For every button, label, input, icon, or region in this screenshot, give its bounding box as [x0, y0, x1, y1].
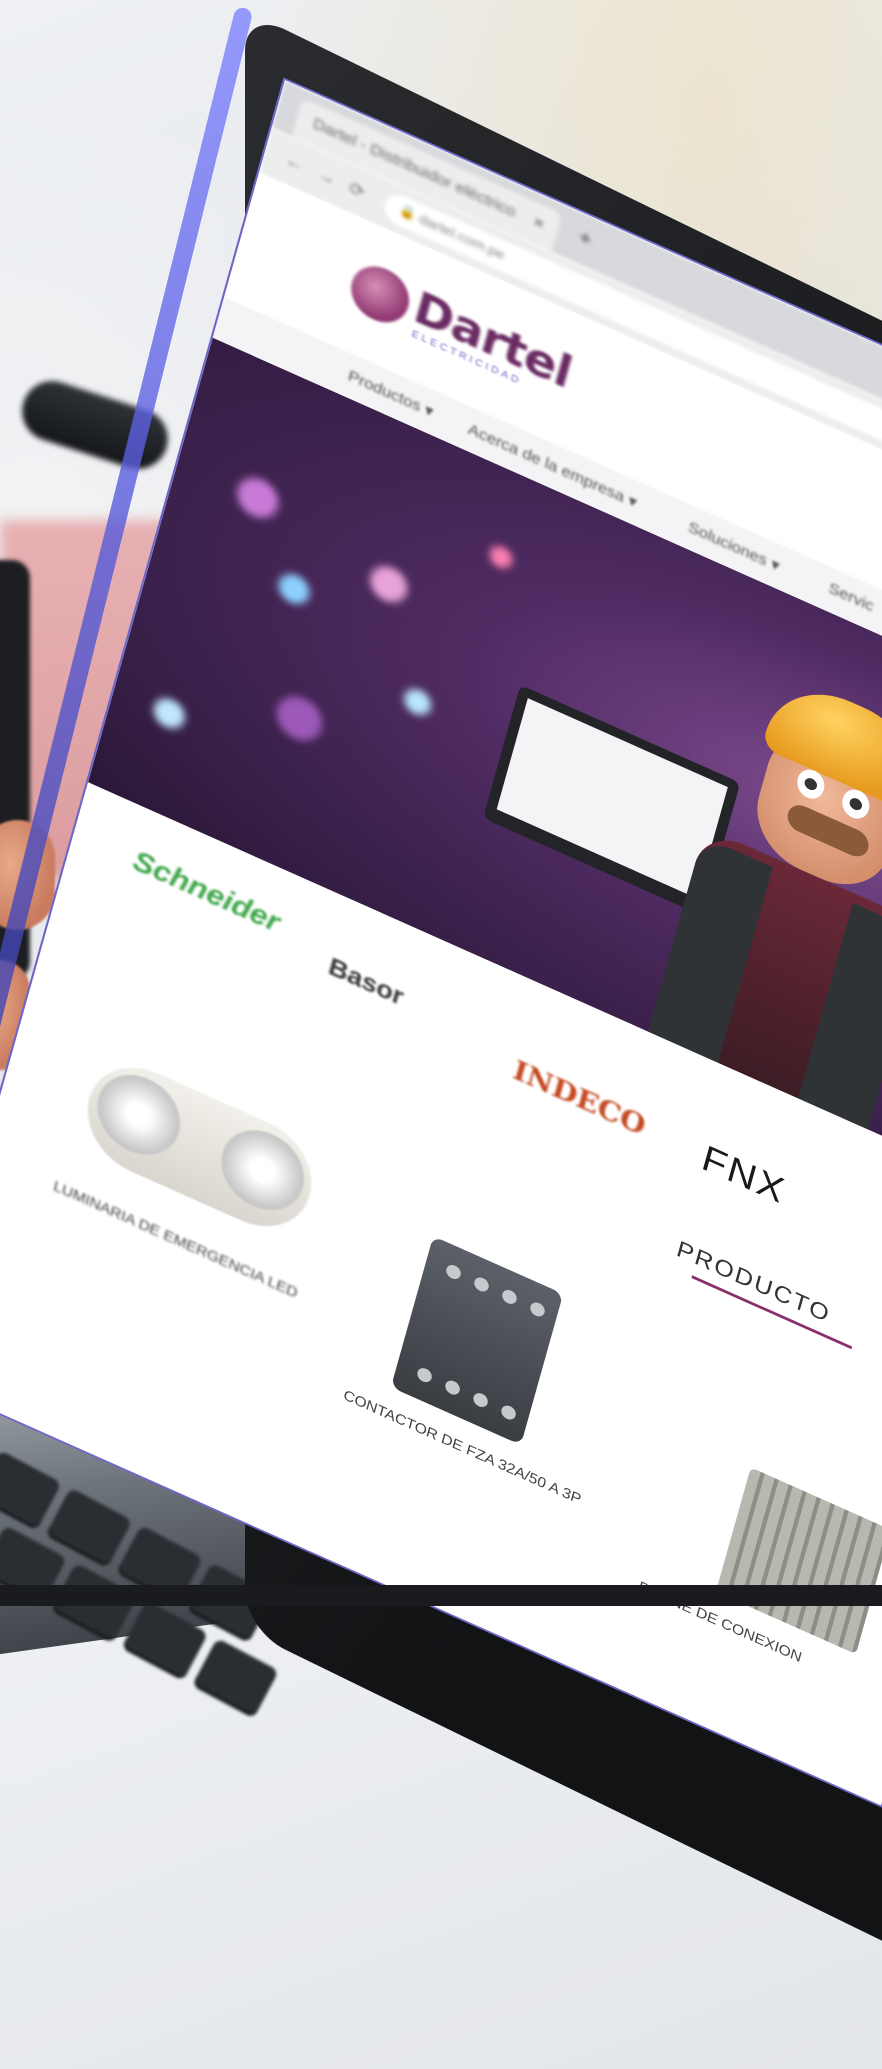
- brand-logo-schneider[interactable]: Schneider: [130, 845, 283, 940]
- back-icon[interactable]: ←: [283, 149, 306, 176]
- reload-icon[interactable]: ⟳: [347, 178, 367, 203]
- bottom-edge: [0, 1585, 882, 1606]
- nav-item-servicios[interactable]: Servic: [826, 580, 876, 616]
- close-icon[interactable]: ×: [531, 212, 547, 235]
- brand-logo-basor[interactable]: Basor: [325, 951, 407, 1011]
- brand-logo-fnx[interactable]: FNX: [697, 1138, 790, 1213]
- product-image-contactor[interactable]: [390, 1235, 564, 1446]
- lock-icon: 🔒: [397, 201, 418, 223]
- brand-logo-indeco[interactable]: INDECO: [510, 1054, 649, 1142]
- dartel-logo-icon[interactable]: [345, 256, 416, 332]
- new-tab-icon[interactable]: +: [576, 224, 595, 253]
- forward-icon[interactable]: →: [315, 164, 338, 191]
